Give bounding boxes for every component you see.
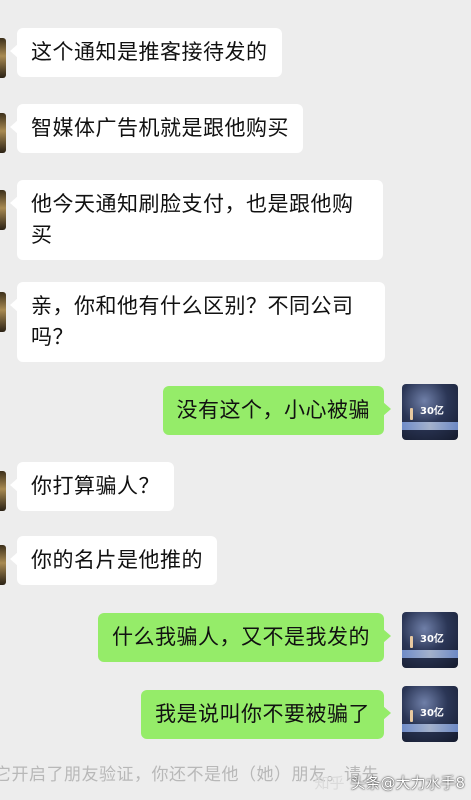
top-edge bbox=[0, 0, 471, 8]
avatar-person-graphic bbox=[410, 636, 413, 648]
incoming-message-bubble[interactable]: 这个通知是推客接待发的 bbox=[10, 28, 282, 77]
outgoing-message-bubble[interactable]: 我是说叫你不要被骗了 bbox=[141, 690, 391, 739]
incoming-message-bubble[interactable]: 你打算骗人？ bbox=[10, 462, 174, 511]
contact-avatar[interactable] bbox=[0, 113, 6, 153]
watermark: 知乎 头条@大力水手8 bbox=[314, 772, 465, 793]
incoming-message-bubble[interactable]: 亲，你和他有什么区别？不同公司吗？ bbox=[10, 282, 385, 362]
incoming-message-bubble[interactable]: 你的名片是他推的 bbox=[10, 536, 217, 585]
zhihu-watermark: 知乎 bbox=[314, 774, 345, 792]
incoming-message-bubble[interactable]: 他今天通知刷脸支付，也是跟他购买 bbox=[10, 180, 383, 260]
avatar-label: 30亿 bbox=[420, 634, 444, 645]
my-avatar[interactable]: 30亿 bbox=[402, 612, 458, 668]
outgoing-message-bubble[interactable]: 什么我骗人，又不是我发的 bbox=[98, 613, 391, 662]
avatar-stage-graphic bbox=[402, 650, 458, 658]
toutiao-watermark: 头条@大力水手8 bbox=[350, 774, 465, 792]
avatar-person-graphic bbox=[410, 710, 413, 722]
avatar-label: 30亿 bbox=[420, 406, 444, 417]
contact-avatar[interactable] bbox=[0, 292, 6, 332]
avatar-stage-graphic bbox=[402, 422, 458, 430]
avatar-label: 30亿 bbox=[420, 708, 444, 719]
contact-avatar[interactable] bbox=[0, 471, 6, 511]
outgoing-message-bubble[interactable]: 没有这个，小心被骗 bbox=[162, 386, 391, 435]
avatar-stage-graphic bbox=[402, 724, 458, 732]
my-avatar[interactable]: 30亿 bbox=[402, 686, 458, 742]
contact-avatar[interactable] bbox=[0, 545, 6, 585]
incoming-message-bubble[interactable]: 智媒体广告机就是跟他购买 bbox=[10, 104, 303, 153]
contact-avatar[interactable] bbox=[0, 190, 6, 230]
contact-avatar[interactable] bbox=[0, 38, 6, 78]
my-avatar[interactable]: 30亿 bbox=[402, 384, 458, 440]
avatar-person-graphic bbox=[410, 408, 413, 420]
